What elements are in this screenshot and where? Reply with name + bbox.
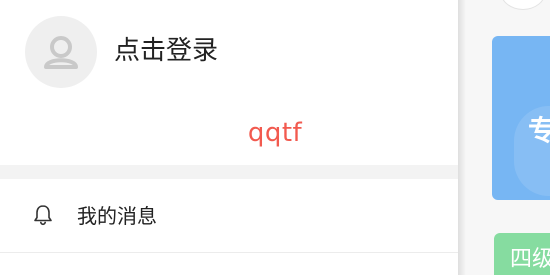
app-screen: 专 四级 点击登录 qqtf 我的消息: [0, 0, 550, 275]
green-card-title: 四级: [510, 247, 550, 272]
background-green-card[interactable]: 四级: [494, 233, 550, 275]
section-divider: [0, 165, 458, 179]
drawer-shadow: [458, 0, 466, 275]
profile-header: 点击登录: [0, 0, 458, 104]
side-drawer: 点击登录 qqtf 我的消息: [0, 0, 458, 275]
avatar[interactable]: [25, 16, 97, 88]
bell-icon: [34, 205, 52, 226]
user-icon: [44, 36, 78, 69]
background-round-button[interactable]: [500, 0, 546, 10]
menu-item-my-messages[interactable]: 我的消息: [0, 179, 458, 252]
login-link[interactable]: 点击登录: [114, 34, 218, 68]
menu-item-label: 我的消息: [77, 204, 157, 228]
menu-divider: [0, 252, 458, 253]
brand-text: qqtf: [247, 118, 303, 148]
